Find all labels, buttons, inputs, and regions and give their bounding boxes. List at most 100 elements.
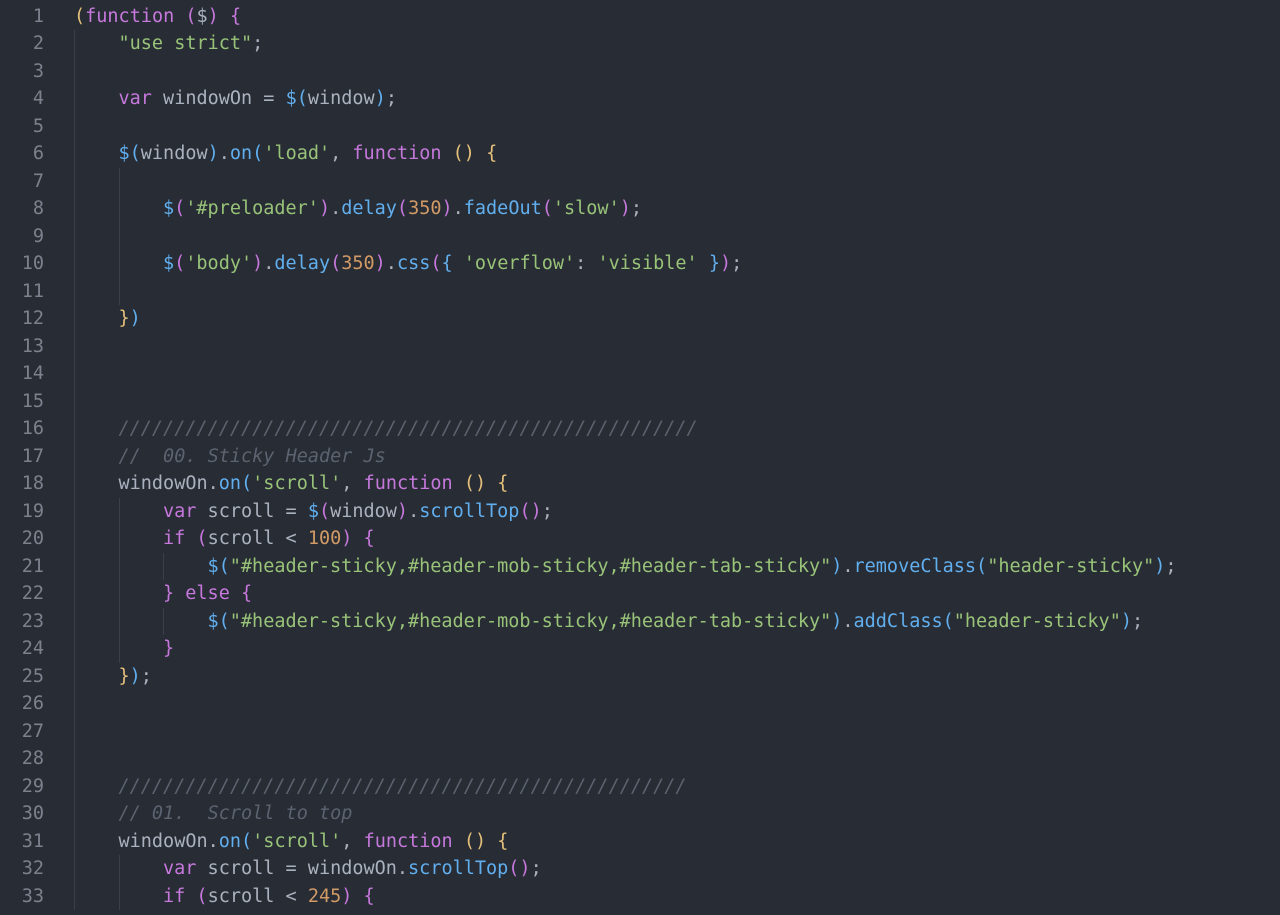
- code-line[interactable]: 18 windowOn.on('scroll', function () {: [0, 470, 1280, 498]
- code-line[interactable]: 28: [0, 745, 1280, 773]
- code-token: ): [252, 253, 264, 274]
- code-text[interactable]: } else {: [163, 580, 252, 608]
- code-token: (: [942, 610, 954, 632]
- code-line[interactable]: 26: [0, 690, 1280, 718]
- code-line[interactable]: 4 var windowOn = $(window);: [0, 85, 1280, 113]
- code-token: function: [85, 5, 175, 27]
- code-text[interactable]: $('#preloader').delay(350).fadeOut('slow…: [163, 195, 642, 223]
- code-line[interactable]: 8 $('#preloader').delay(350).fadeOut('slo…: [0, 195, 1280, 223]
- code-text[interactable]: ////////////////////////////////////////…: [119, 415, 698, 443]
- code-token: ;: [385, 88, 397, 109]
- code-line[interactable]: 29 //////////////////////////////////////…: [0, 773, 1280, 801]
- code-line[interactable]: 3: [0, 58, 1280, 86]
- code-line[interactable]: 1 (function ($) {: [0, 3, 1280, 31]
- code-token: ;: [140, 665, 152, 687]
- code-line[interactable]: 16 //////////////////////////////////////…: [0, 415, 1280, 443]
- code-line[interactable]: 30 // 01. Scroll to top: [0, 800, 1280, 828]
- code-line[interactable]: 14: [0, 360, 1280, 388]
- code-token: $: [163, 253, 175, 274]
- code-text[interactable]: $("#header-sticky,#header-mob-sticky,#he…: [208, 553, 1177, 581]
- code-text[interactable]: $("#header-sticky,#header-mob-sticky,#he…: [208, 608, 1144, 636]
- code-text[interactable]: if (scroll < 100) {: [163, 525, 375, 553]
- code-line[interactable]: 33 if (scroll < 245) {: [0, 883, 1280, 911]
- code-line[interactable]: 23 $("#header-sticky,#header-mob-sticky,#…: [0, 608, 1280, 636]
- code-line[interactable]: 27: [0, 718, 1280, 746]
- code-text[interactable]: ////////////////////////////////////////…: [119, 773, 687, 801]
- code-text[interactable]: });: [119, 663, 152, 691]
- code-line[interactable]: 13: [0, 333, 1280, 361]
- line-number: 5: [32, 115, 44, 137]
- code-text[interactable]: // 00. Sticky Header Js: [119, 443, 386, 471]
- code-token: else: [185, 583, 230, 604]
- code-token: function: [363, 473, 453, 494]
- code-text[interactable]: $(window).on('load', function () {: [119, 140, 498, 168]
- code-token: 'scroll': [252, 830, 342, 852]
- code-line[interactable]: 6 $(window).on('load', function () {: [0, 140, 1280, 168]
- code-token: // 01. Scroll to top: [118, 803, 353, 824]
- code-text[interactable]: windowOn.on('scroll', function () {: [119, 828, 509, 856]
- code-line[interactable]: 31 windowOn.on('scroll', function () {: [0, 828, 1280, 856]
- code-token: (): [463, 473, 487, 494]
- line-number: 21: [21, 555, 44, 577]
- code-text[interactable]: // 01. Scroll to top: [119, 800, 353, 828]
- code-token: ,: [330, 143, 353, 164]
- code-line[interactable]: 12}): [0, 305, 1280, 333]
- line-number: 12: [21, 308, 44, 329]
- code-line[interactable]: 17 // 00. Sticky Header Js: [0, 443, 1280, 471]
- code-text[interactable]: if (scroll < 245) {: [163, 883, 375, 911]
- code-line[interactable]: 32 var scroll = windowOn.scrollTop();: [0, 855, 1280, 883]
- code-token: (: [174, 198, 186, 219]
- code-line[interactable]: 25});: [0, 663, 1280, 691]
- code-line[interactable]: 11: [0, 278, 1280, 306]
- code-token: 350: [408, 198, 442, 219]
- code-text[interactable]: windowOn.on('scroll', function () {: [119, 470, 509, 498]
- code-line[interactable]: 21 $("#header-sticky,#header-mob-sticky,#…: [0, 553, 1280, 581]
- code-text[interactable]: }: [163, 635, 174, 663]
- code-token: $: [207, 610, 219, 632]
- code-text[interactable]: (function ($) {: [74, 3, 241, 31]
- code-line[interactable]: 9: [0, 223, 1280, 251]
- code-token: (): [519, 500, 542, 522]
- code-line[interactable]: 20 if (scroll < 100) {: [0, 525, 1280, 553]
- code-token: "header-sticky": [987, 555, 1155, 577]
- code-line[interactable]: 2 "use strict";: [0, 30, 1280, 58]
- code-token: $: [207, 555, 219, 577]
- line-number: 29: [21, 775, 44, 797]
- code-token: (: [318, 500, 331, 522]
- code-line[interactable]: 15: [0, 388, 1280, 416]
- code-token: (: [330, 253, 342, 274]
- code-editor[interactable]: 1 (function ($) {2 "use strict"; 3 4 var wind…: [0, 0, 1280, 915]
- code-line[interactable]: 5: [0, 113, 1280, 141]
- code-token: 'visible': [597, 253, 698, 274]
- line-number: 19: [21, 500, 44, 522]
- code-text[interactable]: $('body').delay(350).css({ 'overflow': '…: [163, 250, 742, 278]
- code-line[interactable]: 7: [0, 168, 1280, 196]
- code-line[interactable]: 24}: [0, 635, 1280, 663]
- code-token: 'scroll': [252, 473, 342, 494]
- code-token: delay: [341, 198, 397, 219]
- code-text[interactable]: var windowOn = $(window);: [119, 85, 397, 113]
- code-text[interactable]: var scroll = $(window).scrollTop();: [163, 498, 553, 526]
- code-line[interactable]: 10 $('body').delay(350).css({ 'overflow':…: [0, 250, 1280, 278]
- code-token: .: [218, 143, 230, 164]
- code-text[interactable]: }): [119, 305, 141, 333]
- code-token: 'body': [185, 253, 253, 274]
- code-token: fadeOut: [463, 198, 542, 219]
- code-token: {: [486, 143, 498, 164]
- code-token: ): [341, 528, 353, 549]
- line-number: 25: [21, 665, 44, 687]
- code-token: ,: [341, 473, 364, 494]
- code-token: $: [307, 500, 319, 522]
- code-text[interactable]: var scroll = windowOn.scrollTop();: [163, 855, 542, 883]
- code-token: (): [452, 143, 475, 164]
- code-token: ;: [1165, 555, 1177, 577]
- code-token: var: [163, 500, 197, 522]
- code-line[interactable]: 22} else {: [0, 580, 1280, 608]
- code-token: ): [719, 253, 732, 274]
- code-token: .: [330, 198, 342, 219]
- code-token: (: [976, 555, 988, 577]
- code-token: $: [285, 88, 297, 109]
- code-line[interactable]: 19 var scroll = $(window).scrollTop();: [0, 498, 1280, 526]
- code-text[interactable]: "use strict";: [119, 30, 264, 58]
